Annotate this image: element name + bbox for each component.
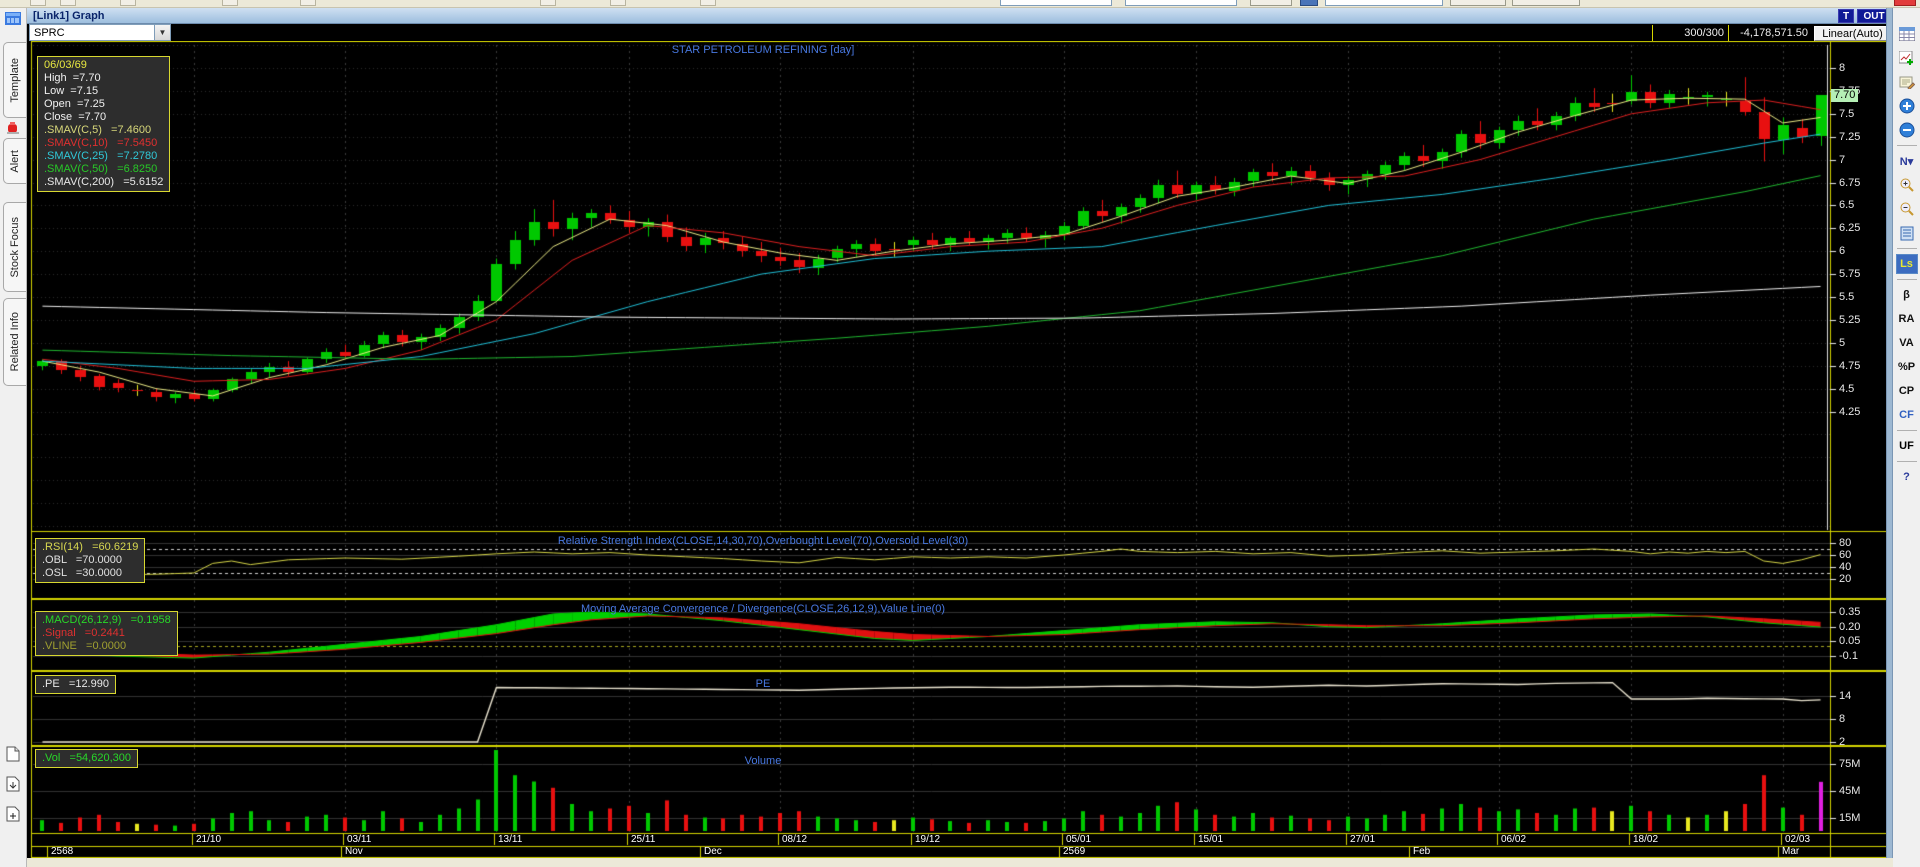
template-grid-icon[interactable] [5, 12, 21, 25]
toolbar-separator [1896, 248, 1917, 249]
price-tick-label: 6.5 [1839, 199, 1855, 211]
rsi-tick-label: 80 [1839, 537, 1852, 549]
window-title: [Link1] Graph [33, 9, 105, 22]
help-button[interactable]: ? [1896, 467, 1918, 487]
last-price-badge: 7.70 [1831, 89, 1859, 102]
zoom-in-icon[interactable] [1896, 175, 1918, 195]
go-button[interactable]: Go [1250, 0, 1292, 6]
price-tick-label: 5 [1839, 337, 1846, 349]
rsi-tick-label: 40 [1839, 561, 1852, 573]
close-icon[interactable]: ✕ [1894, 0, 1916, 6]
alert-bell-icon[interactable] [5, 122, 21, 135]
sidebar-tab-label: Template [9, 57, 21, 103]
bars-count: 300/300 [1652, 25, 1728, 41]
trend-line-tool-label[interactable]: Trend Line [430, 0, 494, 6]
price-tick-label: 5.25 [1839, 314, 1861, 326]
collapse-circle-icon[interactable] [1896, 120, 1918, 140]
expand-circle-icon[interactable] [1896, 96, 1918, 116]
left-sidebar: Template Alert Stock Focus Related Info [0, 8, 27, 867]
rsi-tick-label: 20 [1839, 573, 1852, 585]
toolbar-icon-stub[interactable] [300, 0, 316, 6]
pe-tick-label: 2 [1839, 736, 1846, 748]
symbol-value: SPRC [34, 26, 65, 39]
price-tick-label: 6.25 [1839, 222, 1861, 234]
rsi-tick-label: 60 [1839, 549, 1852, 561]
date-from-input[interactable]: 11/12/67 [1000, 0, 1112, 6]
toolbar-icon-stub[interactable] [610, 0, 626, 6]
beta-button[interactable]: β [1896, 285, 1918, 305]
toolbar-separator [1896, 461, 1917, 462]
scale-mode-button[interactable]: Linear(Auto) [1814, 26, 1891, 41]
sidebar-tab-label: Related Info [9, 312, 21, 372]
sidebar-tab-alert[interactable]: Alert [3, 138, 26, 184]
price-tick-label: 7.5 [1839, 108, 1855, 120]
macd-tick-label: -0.1 [1839, 650, 1858, 662]
page-export-icon[interactable] [6, 776, 20, 792]
price-tick-label: 7 [1839, 154, 1846, 166]
pe-tick-label: 14 [1839, 690, 1852, 702]
color-swatch-button[interactable] [1300, 0, 1318, 6]
percent-p-button[interactable]: %P [1896, 357, 1918, 377]
toolbar-separator [1896, 430, 1917, 431]
chart-canvas[interactable] [29, 41, 1893, 858]
price-tick-label: 5.75 [1839, 268, 1861, 280]
document-icon[interactable] [1896, 223, 1918, 243]
volume-tick-label: 75M [1839, 758, 1861, 770]
price-tick-label: 8 [1839, 62, 1846, 74]
uf-button[interactable]: UF [1896, 436, 1918, 456]
pointer-style-dropdown[interactable]: N▾ [1896, 151, 1918, 171]
va-button[interactable]: VA [1896, 333, 1918, 353]
symbol-add-input[interactable] [1325, 0, 1443, 6]
toolbar-separator [1896, 279, 1917, 280]
cf-button[interactable]: CF [1896, 405, 1918, 425]
top-toolbar-clipped: Trend Line 11/12/67 06/03/69 Go Add Remo… [0, 0, 1920, 8]
toolbar-icon-stub[interactable] [60, 0, 76, 6]
sidebar-tab-template[interactable]: Template [3, 42, 26, 118]
price-tick-label: 7.25 [1839, 131, 1861, 143]
price-tick-label: 5.5 [1839, 291, 1855, 303]
toolbar-separator [1896, 145, 1917, 146]
toolbar-icon-stub[interactable] [120, 0, 136, 6]
sidebar-tab-related-info[interactable]: Related Info [3, 298, 26, 386]
pe-tick-label: 8 [1839, 713, 1846, 725]
sidebar-tab-stock-focus[interactable]: Stock Focus [3, 202, 26, 292]
window-titlebar: [Link1] Graph T OUT [27, 8, 1893, 24]
edit-note-icon[interactable] [1896, 72, 1918, 92]
right-toolbar: N▾ Ls β RA VA %P CP CF UF? [1893, 8, 1920, 867]
ls-button[interactable]: Ls [1895, 254, 1918, 274]
remove-button[interactable]: Remove [1512, 0, 1580, 6]
date-to-input[interactable]: 06/03/69 [1125, 0, 1237, 6]
toolbar-icon-stub[interactable] [30, 0, 46, 6]
pane-splitter[interactable] [1886, 8, 1893, 867]
add-button[interactable]: Add [1450, 0, 1506, 6]
macd-tick-label: 0.05 [1839, 635, 1861, 647]
t-button[interactable]: T [1838, 9, 1854, 23]
symbol-combo[interactable]: SPRC ▼ [29, 24, 171, 41]
bottom-resize-strip [27, 858, 1893, 867]
sidebar-tab-label: Alert [9, 149, 21, 173]
data-table-icon[interactable] [1896, 24, 1918, 44]
ra-button[interactable]: RA [1896, 309, 1918, 329]
macd-tick-label: 0.20 [1839, 621, 1861, 633]
cp-button[interactable]: CP [1896, 381, 1918, 401]
zoom-out-icon[interactable] [1896, 199, 1918, 219]
toolbar-icon-stub[interactable] [222, 0, 238, 6]
sidebar-tab-label: Stock Focus [9, 216, 21, 278]
chart-add-icon[interactable] [1896, 48, 1918, 68]
toolbar-icon-stub[interactable] [700, 0, 716, 6]
macd-tick-label: 0.35 [1839, 606, 1861, 618]
chevron-down-icon[interactable]: ▼ [154, 25, 170, 40]
price-tick-label: 4.25 [1839, 406, 1861, 418]
price-tick-label: 4.75 [1839, 360, 1861, 372]
volume-tick-label: 15M [1839, 812, 1861, 824]
toolbar-icon-stub[interactable] [540, 0, 556, 6]
net-value: -4,178,571.50 [1728, 25, 1812, 41]
price-tick-label: 6.75 [1839, 177, 1861, 189]
page-icon[interactable] [6, 746, 20, 762]
price-tick-label: 4.5 [1839, 383, 1855, 395]
price-tick-label: 6 [1839, 245, 1846, 257]
page-add-icon[interactable] [6, 806, 20, 822]
volume-tick-label: 45M [1839, 785, 1861, 797]
